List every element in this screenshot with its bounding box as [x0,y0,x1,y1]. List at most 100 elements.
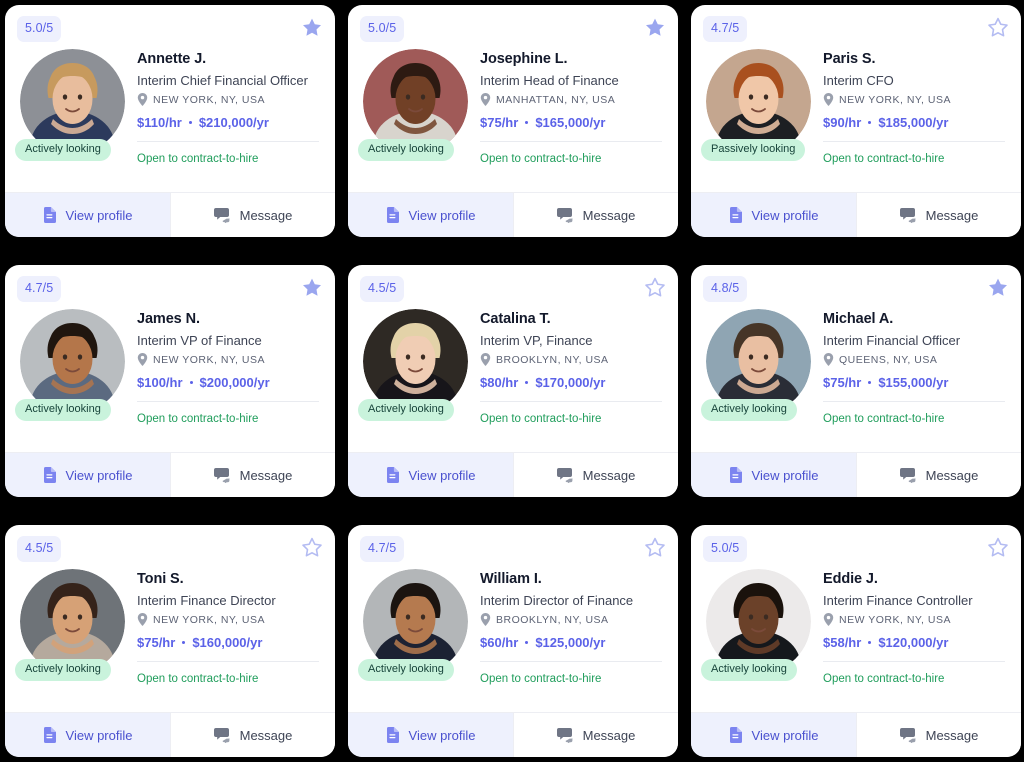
candidate-location: BROOKLYN, NY, USA [480,353,664,366]
view-profile-label: View profile [751,207,819,223]
chat-bubbles-icon [213,207,231,223]
candidate-card-3[interactable]: 4.7/5 Passively looking Paris S. Interim… [691,5,1021,237]
card-footer: View profile Message [691,452,1021,497]
message-button[interactable]: Message [170,713,335,757]
status-badge: Actively looking [701,659,797,681]
candidate-body: Passively looking Paris S. Interim CFO N… [701,16,1007,165]
message-button[interactable]: Message [513,713,678,757]
candidate-card-6[interactable]: 4.8/5 Actively looking Michael A. Interi… [691,265,1021,497]
status-badge: Passively looking [701,139,806,161]
star-outline-icon[interactable] [987,536,1009,558]
rating-badge: 4.7/5 [360,536,405,562]
star-filled-icon[interactable] [301,276,323,298]
candidate-body: Actively looking Josephine L. Interim He… [358,16,664,165]
card-top-section: 4.5/5 Actively looking Catalina T. Inter… [348,265,678,452]
rating-badge: 5.0/5 [360,16,405,42]
candidate-job-title: Interim VP, Finance [480,333,593,348]
chat-bubbles-icon [899,207,917,223]
rating-badge: 4.7/5 [703,16,748,42]
message-button[interactable]: Message [170,453,335,497]
card-top-section: 4.8/5 Actively looking Michael A. Interi… [691,265,1021,452]
candidate-body: Actively looking Michael A. Interim Fina… [701,276,1007,425]
candidate-location: NEW YORK, NY, USA [137,93,321,106]
candidate-card-7[interactable]: 4.5/5 Actively looking Toni S. Interim F… [5,525,335,757]
candidate-name: Toni S. [137,571,184,587]
view-profile-button[interactable]: View profile [348,193,513,237]
star-outline-icon[interactable] [987,16,1009,38]
yearly-rate: $125,000/yr [535,635,606,650]
view-profile-button[interactable]: View profile [348,453,513,497]
avatar-column: Actively looking [15,309,131,421]
rate-row: $90/hr $185,000/yr [823,115,1007,141]
candidate-job-title: Interim Director of Finance [480,593,634,608]
star-outline-icon[interactable] [301,536,323,558]
hourly-rate: $90/hr [823,115,862,130]
view-profile-label: View profile [751,467,819,483]
candidate-card-1[interactable]: 5.0/5 Actively looking Annette J. Interi… [5,5,335,237]
openness-text: Open to contract-to-hire [480,413,602,425]
message-button[interactable]: Message [856,453,1021,497]
candidate-card-4[interactable]: 4.7/5 Actively looking James N. Interim … [5,265,335,497]
card-top-section: 5.0/5 Actively looking Josephine L. Inte… [348,5,678,192]
candidate-name: James N. [137,311,200,327]
view-profile-button[interactable]: View profile [348,713,513,757]
chat-bubbles-icon [556,467,574,483]
location-pin-icon [480,93,491,106]
message-button[interactable]: Message [513,193,678,237]
rate-separator-dot [868,121,872,124]
message-button[interactable]: Message [170,193,335,237]
view-profile-button[interactable]: View profile [5,453,170,497]
rate-row: $75/hr $155,000/yr [823,375,1007,401]
candidate-job-title: Interim Financial Officer [823,333,961,348]
chat-bubbles-icon [556,727,574,743]
star-outline-icon[interactable] [644,276,666,298]
yearly-rate: $160,000/yr [192,635,263,650]
document-icon [729,467,743,483]
view-profile-button[interactable]: View profile [691,453,856,497]
document-icon [729,727,743,743]
message-button[interactable]: Message [856,193,1021,237]
view-profile-button[interactable]: View profile [691,713,856,757]
openness-text: Open to contract-to-hire [137,413,259,425]
avatar-column: Actively looking [15,49,131,161]
location-pin-icon [480,613,491,626]
view-profile-button[interactable]: View profile [5,193,170,237]
star-filled-icon[interactable] [301,16,323,38]
card-top-section: 5.0/5 Actively looking Annette J. Interi… [5,5,335,192]
candidate-job-title: Interim Chief Financial Officer [137,73,308,88]
card-top-section: 4.7/5 Passively looking Paris S. Interim… [691,5,1021,192]
candidate-name: Josephine L. [480,51,568,67]
message-label: Message [239,727,293,743]
candidate-job-title: Interim Finance Director [137,593,276,608]
candidate-card-2[interactable]: 5.0/5 Actively looking Josephine L. Inte… [348,5,678,237]
location-pin-icon [823,93,834,106]
document-icon [43,727,57,743]
star-filled-icon[interactable] [987,276,1009,298]
message-label: Message [582,207,636,223]
candidate-name: Catalina T. [480,311,551,327]
candidate-card-9[interactable]: 5.0/5 Actively looking Eddie J. Interim … [691,525,1021,757]
message-button[interactable]: Message [856,713,1021,757]
candidate-card-8[interactable]: 4.7/5 Actively looking William I. Interi… [348,525,678,757]
location-text: MANHATTAN, NY, USA [496,93,616,106]
card-footer: View profile Message [5,192,335,237]
candidate-info: Annette J. Interim Chief Financial Offic… [131,49,321,165]
document-icon [386,467,400,483]
rate-row: $110/hr $210,000/yr [137,115,321,141]
location-text: NEW YORK, NY, USA [839,613,951,626]
location-pin-icon [823,613,834,626]
message-button[interactable]: Message [513,453,678,497]
status-badge: Actively looking [358,399,454,421]
star-outline-icon[interactable] [644,536,666,558]
candidate-card-grid: 5.0/5 Actively looking Annette J. Interi… [0,0,1024,757]
view-profile-button[interactable]: View profile [691,193,856,237]
openness-text: Open to contract-to-hire [480,673,602,685]
openness-text: Open to contract-to-hire [137,673,259,685]
view-profile-label: View profile [751,727,819,743]
view-profile-button[interactable]: View profile [5,713,170,757]
card-top-section: 5.0/5 Actively looking Eddie J. Interim … [691,525,1021,712]
candidate-card-5[interactable]: 4.5/5 Actively looking Catalina T. Inter… [348,265,678,497]
candidate-info: Michael A. Interim Financial Officer QUE… [817,309,1007,425]
rate-separator-dot [182,641,186,644]
star-filled-icon[interactable] [644,16,666,38]
